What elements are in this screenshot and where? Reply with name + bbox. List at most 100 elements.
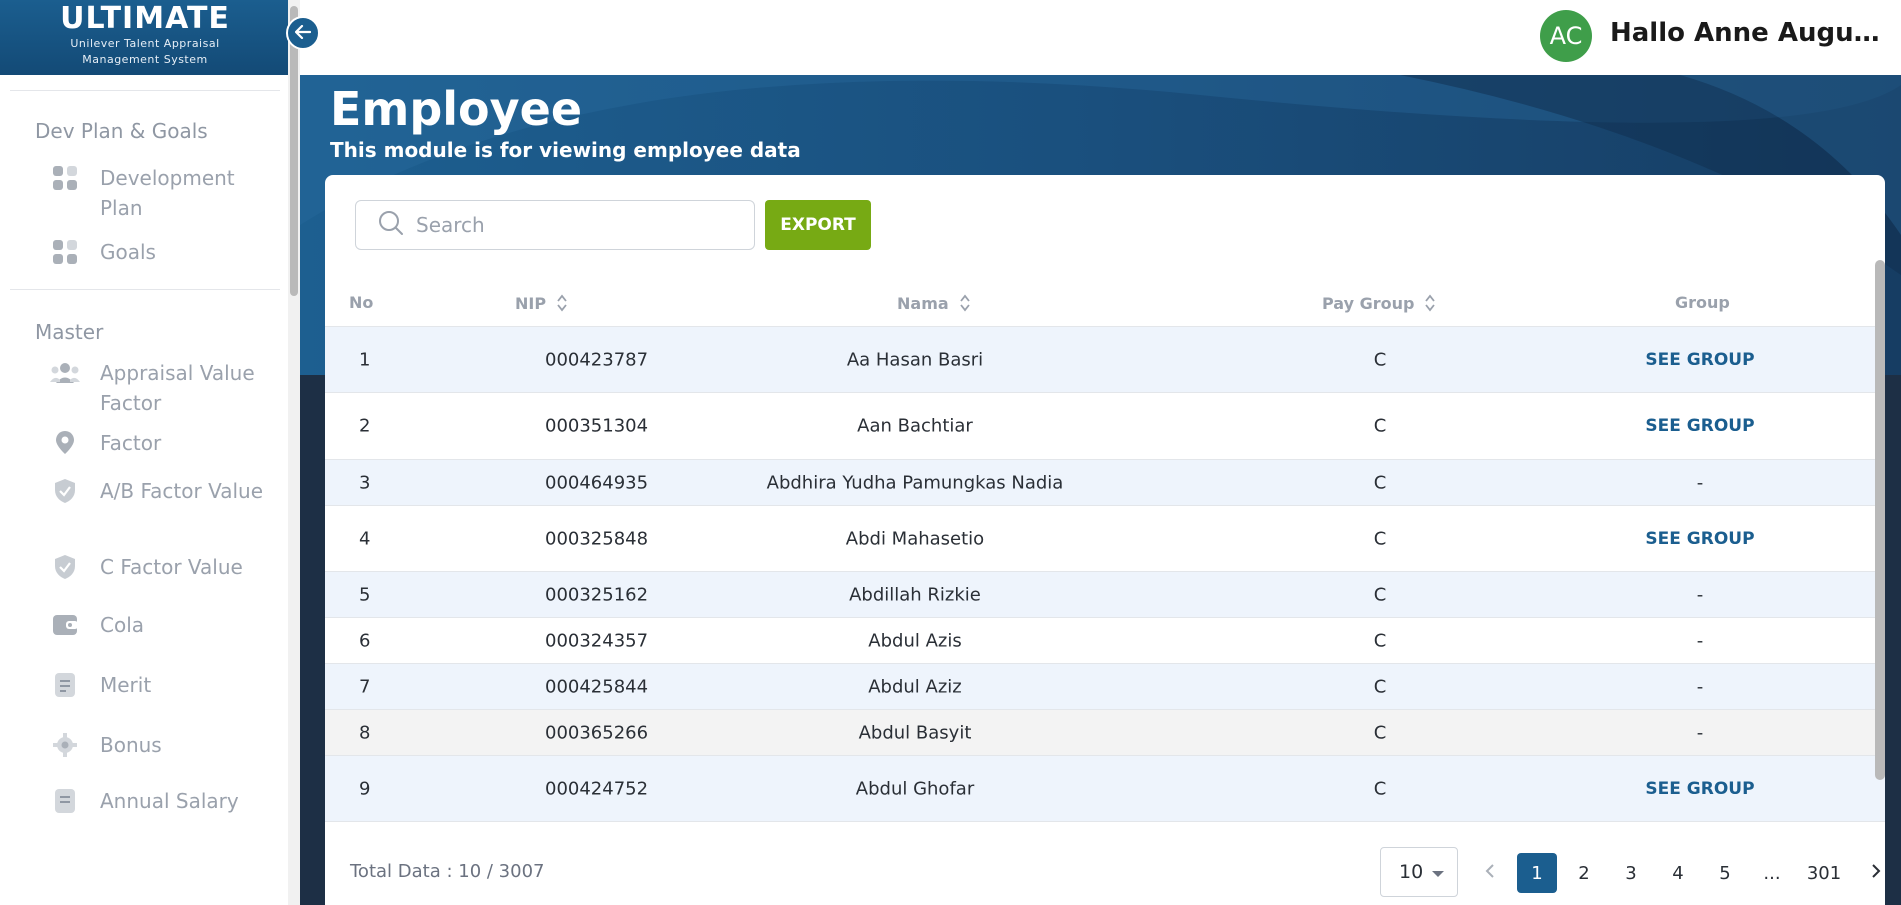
sidebar-collapse-button[interactable]	[286, 16, 320, 50]
table-row[interactable]: 2 000351304 Aan Bachtiar C SEE GROUP	[325, 393, 1885, 460]
pagination: 1 2 3 4 5 ... 301	[1470, 853, 1901, 893]
cell-pay-group: C	[1373, 415, 1387, 437]
cell-nama: Abdillah Rizkie	[849, 584, 981, 605]
sort-icon[interactable]	[556, 293, 568, 313]
table-row[interactable]: 1 000423787 Aa Hasan Basri C SEE GROUP	[325, 327, 1885, 393]
sidebar-item-label: Merit	[100, 673, 152, 697]
cell-no: 3	[359, 472, 371, 493]
see-group-link[interactable]: SEE GROUP	[1635, 350, 1765, 370]
cell-nip: 000423787	[545, 349, 649, 370]
sidebar-item-label: Annual Salary	[100, 789, 239, 813]
search-icon	[378, 210, 404, 240]
see-group-link[interactable]: SEE GROUP	[1635, 779, 1765, 799]
sidebar: ULTIMATE Unilever Talent Appraisal Manag…	[0, 0, 290, 905]
brand-subtitle-line2: Management System	[82, 53, 208, 66]
page-title: Employee	[330, 82, 583, 136]
cell-nama: Abdhira Yudha Pamungkas Nadia	[766, 472, 1064, 493]
prev-page-button[interactable]	[1470, 853, 1510, 893]
page-button-1[interactable]: 1	[1517, 853, 1557, 893]
cell-no: 1	[359, 349, 371, 370]
sidebar-item-factor[interactable]: Factor	[0, 428, 290, 476]
user-greeting[interactable]: Hallo Anne Augusti...	[1610, 18, 1890, 48]
page-subtitle: This module is for viewing employee data	[330, 138, 801, 162]
sidebar-item-label: Appraisal Value Factor	[100, 361, 255, 415]
page-button-last[interactable]: 301	[1799, 853, 1849, 893]
sidebar-item-label: Cola	[100, 613, 145, 637]
page-button-2[interactable]: 2	[1564, 853, 1604, 893]
column-header-pay-group[interactable]: Pay Group	[1322, 293, 1436, 313]
sidebar-scrollbar-thumb[interactable]	[290, 6, 298, 296]
sidebar-item-appraisal-value-factor[interactable]: Appraisal Value Factor	[0, 358, 290, 418]
chevron-down-icon	[1431, 861, 1445, 883]
cell-pay-group: C	[1373, 722, 1387, 743]
sidebar-item-goals[interactable]: Goals	[0, 237, 290, 285]
page-button-3[interactable]: 3	[1611, 853, 1651, 893]
sidebar-item-merit[interactable]: Merit	[0, 670, 290, 730]
employee-card: Search EXPORT No NIP Nama Pay Group Grou…	[325, 175, 1885, 905]
table-row[interactable]: 4 000325848 Abdi Mahasetio C SEE GROUP	[325, 506, 1885, 572]
brand-logo[interactable]: ULTIMATE Unilever Talent Appraisal Manag…	[0, 0, 290, 75]
sidebar-item-label: C Factor Value	[100, 555, 243, 579]
sidebar-item-label: A/B Factor Value	[100, 479, 263, 503]
table-row[interactable]: 9 000424752 Abdul Ghofar C SEE GROUP	[325, 756, 1885, 822]
sidebar-item-label: Bonus	[100, 733, 162, 757]
cell-nama: Abdi Mahasetio	[845, 528, 985, 549]
sidebar-item-label: Factor	[100, 431, 162, 455]
see-group-link[interactable]: SEE GROUP	[1635, 529, 1765, 549]
next-page-button[interactable]	[1856, 853, 1896, 893]
cell-nama: Aa Hasan Basri	[846, 349, 984, 370]
table-row[interactable]: 3 000464935 Abdhira Yudha Pamungkas Nadi…	[325, 460, 1885, 506]
sidebar-item-cola[interactable]: Cola	[0, 610, 290, 670]
cell-nip: 000464935	[545, 472, 649, 493]
sort-icon[interactable]	[959, 293, 971, 313]
sidebar-item-development-plan[interactable]: Development Plan	[0, 163, 290, 237]
table-scrollbar[interactable]	[1875, 260, 1885, 780]
table-body: 1 000423787 Aa Hasan Basri C SEE GROUP 2…	[325, 327, 1885, 822]
top-bar: AC Hallo Anne Augusti...	[300, 0, 1901, 75]
grid-icon	[50, 237, 80, 267]
page-ellipsis[interactable]: ...	[1752, 853, 1792, 893]
cell-nip: 000325848	[545, 528, 649, 549]
cell-pay-group: C	[1373, 528, 1387, 549]
column-header-nip[interactable]: NIP	[515, 293, 568, 313]
search-input[interactable]: Search	[355, 200, 755, 250]
sidebar-item-ab-factor-value[interactable]: A/B Factor Value	[0, 476, 290, 550]
column-header-no: No	[349, 293, 374, 312]
page-button-5[interactable]: 5	[1705, 853, 1745, 893]
cell-nama: Abdul Aziz	[868, 676, 962, 697]
brand-title: ULTIMATE	[60, 1, 230, 36]
search-placeholder: Search	[416, 213, 485, 237]
sidebar-item-label: Goals	[100, 240, 156, 264]
sidebar-item-label: Development Plan	[100, 166, 235, 220]
cell-pay-group: C	[1373, 630, 1387, 651]
table-header: No NIP Nama Pay Group Group	[325, 275, 1885, 327]
cell-no: 8	[359, 722, 371, 743]
sidebar-item-bonus[interactable]: Bonus	[0, 730, 290, 786]
arrow-left-icon	[294, 24, 312, 43]
page-size-select[interactable]: 10	[1380, 847, 1458, 897]
table-row[interactable]: 8 000365266 Abdul Basyit C -	[325, 710, 1885, 756]
avatar[interactable]: AC	[1540, 10, 1592, 62]
cell-pay-group: C	[1373, 584, 1387, 605]
cell-no: 9	[359, 778, 371, 799]
cell-pay-group: C	[1373, 349, 1387, 370]
sidebar-item-annual-salary[interactable]: Annual Salary	[0, 786, 290, 826]
column-header-nama[interactable]: Nama	[897, 293, 971, 313]
export-button[interactable]: EXPORT	[765, 200, 871, 250]
cell-nip: 000325162	[545, 584, 649, 605]
shield-check-icon	[50, 552, 80, 582]
table-row[interactable]: 6 000324357 Abdul Azis C -	[325, 618, 1885, 664]
cell-group: -	[1696, 676, 1704, 697]
document-icon	[50, 786, 80, 816]
page-button-4[interactable]: 4	[1658, 853, 1698, 893]
sort-icon[interactable]	[1424, 293, 1436, 313]
page-size-value: 10	[1399, 861, 1424, 883]
table-row[interactable]: 7 000425844 Abdul Aziz C -	[325, 664, 1885, 710]
cell-nip: 000424752	[545, 778, 649, 799]
sidebar-item-c-factor-value[interactable]: C Factor Value	[0, 550, 290, 610]
cell-group: -	[1696, 472, 1704, 493]
see-group-link[interactable]: SEE GROUP	[1635, 416, 1765, 436]
cell-no: 2	[359, 415, 371, 437]
cell-pay-group: C	[1373, 778, 1387, 799]
table-row[interactable]: 5 000325162 Abdillah Rizkie C -	[325, 572, 1885, 618]
